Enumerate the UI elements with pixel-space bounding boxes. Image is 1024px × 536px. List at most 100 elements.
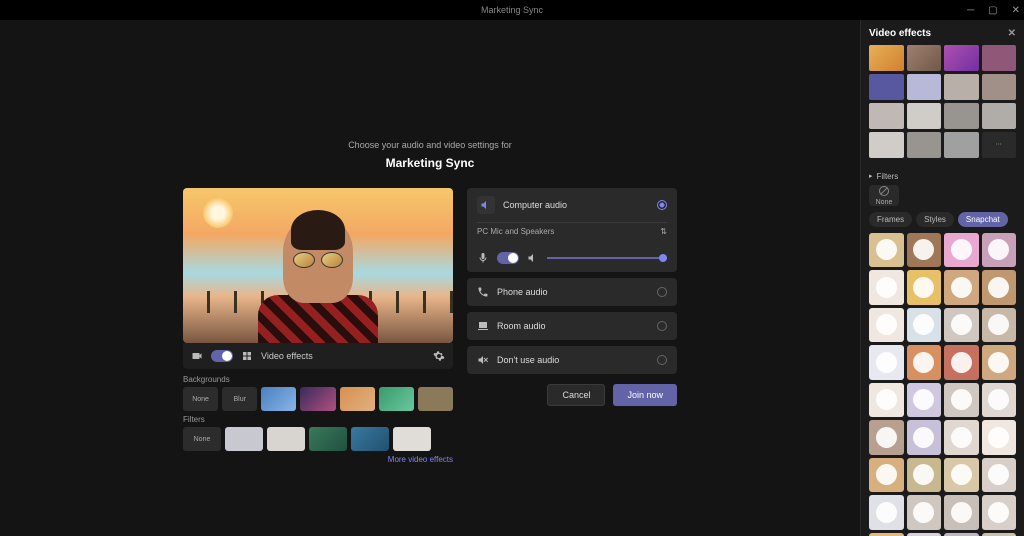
filter-tile[interactable]	[869, 383, 904, 418]
maximize-button[interactable]: ▢	[988, 5, 997, 16]
filter-tile[interactable]	[944, 458, 979, 493]
tab-frames[interactable]: Frames	[869, 212, 912, 227]
volume-slider[interactable]	[547, 257, 667, 259]
filter-tile[interactable]	[869, 233, 904, 268]
filter-tile[interactable]	[907, 308, 942, 343]
filter-tile[interactable]	[982, 495, 1017, 530]
background-none[interactable]: None	[183, 387, 218, 411]
filters-label: Filters	[183, 415, 453, 424]
filter-thumb[interactable]	[267, 427, 305, 451]
filter-tile[interactable]	[944, 383, 979, 418]
audio-option-room[interactable]: Room audio	[467, 312, 677, 340]
radio-selected-icon	[657, 200, 667, 210]
background-thumb[interactable]	[261, 387, 296, 411]
filter-thumb[interactable]	[393, 427, 431, 451]
mic-toggle[interactable]	[497, 252, 519, 264]
filter-tile[interactable]	[944, 345, 979, 380]
filter-tile[interactable]	[944, 533, 979, 536]
filter-tile[interactable]	[982, 420, 1017, 455]
background-tile[interactable]	[944, 103, 979, 129]
filter-tile[interactable]	[944, 233, 979, 268]
background-tile[interactable]	[907, 132, 942, 158]
filter-tile[interactable]	[982, 345, 1017, 380]
camera-toggle[interactable]	[211, 350, 233, 362]
filter-tile[interactable]	[907, 533, 942, 536]
audio-option-computer[interactable]: Computer audio PC Mic and Speakers⇅	[467, 188, 677, 272]
filter-tile[interactable]	[944, 270, 979, 305]
more-effects-link[interactable]: More video effects	[183, 455, 453, 464]
filter-tile[interactable]	[869, 420, 904, 455]
gear-icon[interactable]	[433, 350, 445, 362]
filter-tile[interactable]	[907, 420, 942, 455]
audio-option-phone[interactable]: Phone audio	[467, 278, 677, 306]
background-tile[interactable]	[944, 132, 979, 158]
filter-grid	[869, 233, 1016, 536]
background-tile[interactable]	[944, 74, 979, 100]
background-tile[interactable]	[869, 103, 904, 129]
background-tile[interactable]	[907, 74, 942, 100]
background-thumb[interactable]	[379, 387, 414, 411]
background-tile[interactable]	[982, 45, 1017, 71]
filter-tile[interactable]	[869, 270, 904, 305]
background-tile[interactable]	[944, 45, 979, 71]
background-tile[interactable]	[869, 74, 904, 100]
filter-none[interactable]: None	[183, 427, 221, 451]
device-selector[interactable]: PC Mic and Speakers⇅	[477, 222, 667, 240]
volume-icon	[527, 252, 539, 264]
filter-tile[interactable]	[869, 458, 904, 493]
prejoin-screen: Choose your audio and video settings for…	[0, 20, 860, 536]
video-effects-panel: Video effects ✕ ⋯ Filters None	[860, 20, 1024, 536]
window-title: Marketing Sync	[481, 5, 543, 15]
backgrounds-label: Backgrounds	[183, 375, 453, 384]
background-thumb[interactable]	[418, 387, 453, 411]
title-bar: Marketing Sync ─ ▢ ✕	[0, 0, 1024, 20]
none-icon	[878, 185, 890, 197]
join-now-button[interactable]: Join now	[613, 384, 677, 406]
tab-snapchat[interactable]: Snapchat	[958, 212, 1008, 227]
radio-icon	[657, 321, 667, 331]
filter-tile[interactable]	[907, 233, 942, 268]
filter-tile[interactable]	[982, 383, 1017, 418]
filter-tile[interactable]	[907, 270, 942, 305]
filter-tile[interactable]	[907, 495, 942, 530]
filter-thumb[interactable]	[225, 427, 263, 451]
background-blur[interactable]: Blur	[222, 387, 257, 411]
filter-tile[interactable]	[869, 345, 904, 380]
filter-tile[interactable]	[944, 308, 979, 343]
filter-tile[interactable]	[869, 533, 904, 536]
filter-thumb[interactable]	[309, 427, 347, 451]
filter-tile[interactable]	[982, 458, 1017, 493]
filter-tile[interactable]	[907, 458, 942, 493]
filter-tile[interactable]	[907, 383, 942, 418]
video-effects-button[interactable]: Video effects	[261, 351, 313, 361]
audio-option-none[interactable]: Don't use audio	[467, 346, 677, 374]
background-tile[interactable]	[869, 132, 904, 158]
speaker-icon	[480, 199, 492, 211]
filter-none-tile[interactable]: None	[869, 185, 899, 206]
background-tile[interactable]	[982, 74, 1017, 100]
filter-thumb[interactable]	[351, 427, 389, 451]
background-tile[interactable]	[982, 103, 1017, 129]
filter-tile[interactable]	[982, 308, 1017, 343]
cancel-button[interactable]: Cancel	[547, 384, 605, 406]
filter-tile[interactable]	[869, 308, 904, 343]
filter-tile[interactable]	[944, 420, 979, 455]
filter-tile[interactable]	[982, 233, 1017, 268]
close-button[interactable]: ✕	[1012, 5, 1020, 16]
background-tile[interactable]	[869, 45, 904, 71]
background-tile[interactable]	[907, 45, 942, 71]
filters-section-label[interactable]: Filters	[869, 172, 1016, 181]
tab-styles[interactable]: Styles	[916, 212, 954, 227]
minimize-button[interactable]: ─	[967, 5, 974, 16]
filter-tile[interactable]	[982, 533, 1017, 536]
filter-tile[interactable]	[907, 345, 942, 380]
background-thumb[interactable]	[340, 387, 375, 411]
phone-icon	[477, 286, 489, 298]
background-tile[interactable]	[907, 103, 942, 129]
close-panel-button[interactable]: ✕	[1008, 28, 1016, 39]
background-thumb[interactable]	[300, 387, 335, 411]
filter-tile[interactable]	[944, 495, 979, 530]
filter-tile[interactable]	[869, 495, 904, 530]
filter-tile[interactable]	[982, 270, 1017, 305]
show-all-button[interactable]: ⋯	[982, 132, 1017, 158]
